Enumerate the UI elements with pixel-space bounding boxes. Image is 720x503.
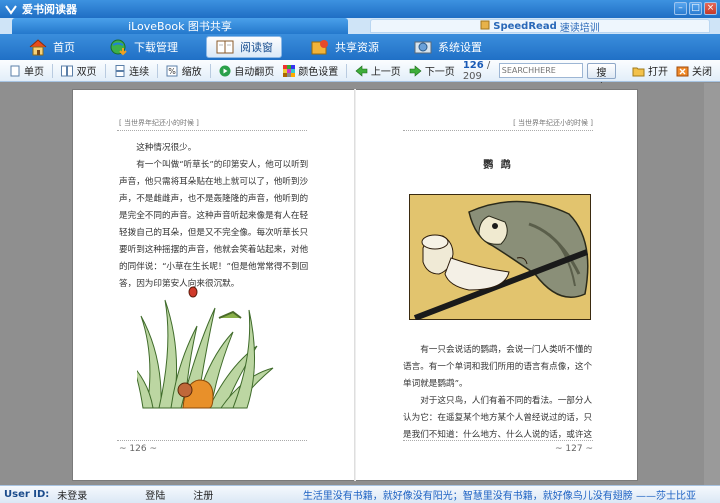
nav-home[interactable]: 首页 [22, 36, 81, 58]
nav-settings[interactable]: 系统设置 [407, 36, 488, 58]
nav-reader[interactable]: 阅读窗 [206, 36, 282, 58]
svg-text:%: % [168, 67, 176, 76]
color-settings-button[interactable]: 颜色设置 [282, 63, 338, 78]
toolbar-divider [157, 63, 158, 78]
search-input[interactable] [498, 63, 583, 78]
tab-speedread-label: 速读培训 [559, 22, 600, 34]
reading-quote: 生活里没有书籍，就好像没有阳光；智慧里没有书籍，就好像鸟儿没有翅膀 ——莎士比亚 [302, 491, 696, 502]
nav-download-label: 下载管理 [134, 41, 178, 54]
tab-ilovebook[interactable]: iLoveBook 图书共享 [12, 18, 348, 34]
current-page[interactable]: 126 [463, 60, 484, 71]
nav-reader-label: 阅读窗 [240, 41, 273, 54]
download-globe-icon [109, 38, 129, 56]
nav-download[interactable]: 下载管理 [103, 36, 184, 58]
arrow-right-icon [409, 64, 422, 77]
toolbar-divider [52, 63, 53, 78]
reader-scrollbar[interactable] [704, 83, 720, 485]
running-head-left: [ 当世界年纪还小的时候 ] [119, 119, 199, 127]
paragraph: 有一个叫做“听草长”的印第安人，他可以听到声音，他只需将耳朵贴在地上就可以了，他… [119, 160, 309, 289]
next-page-label: 下一页 [424, 67, 455, 78]
arrow-left-icon [355, 64, 368, 77]
footer-rule [117, 440, 307, 441]
color-settings-label: 颜色设置 [298, 67, 339, 78]
close-book-button[interactable]: 关闭 [676, 63, 712, 78]
parrot-illustration [409, 194, 591, 320]
color-grid-icon [282, 64, 295, 77]
status-bar: User ID: 未登录 登陆 注册 生活里没有书籍，就好像没有阳光；智慧里没有… [0, 485, 720, 503]
user-id-label: User ID: [4, 489, 50, 500]
continuous-button[interactable]: 连续 [113, 63, 149, 78]
prev-page-button[interactable]: 上一页 [355, 63, 401, 78]
toolbar-divider [346, 63, 347, 78]
prev-page-label: 上一页 [370, 67, 401, 78]
close-book-label: 关闭 [692, 67, 712, 78]
zoom-label: 缩放 [181, 67, 202, 78]
reader-toolbar: 单页 双页 连续 % 缩放 自动翻页 颜色设置 上一页 下一页 126 / 20… [0, 60, 720, 94]
minimize-button[interactable]: – [674, 2, 687, 15]
app-logo-icon [4, 2, 18, 16]
window-title: 爱书阅读器 [22, 3, 77, 16]
close-book-icon [676, 64, 689, 77]
open-button[interactable]: 打开 [632, 63, 668, 78]
grass-illustration [137, 286, 274, 409]
shared-resources-icon [310, 38, 330, 56]
home-icon [28, 38, 48, 56]
paragraph: 这种情况很少。 [136, 143, 197, 153]
search-button[interactable]: 搜索 [586, 62, 616, 94]
left-page[interactable]: [ 当世界年纪还小的时候 ] 这种情况很少。 有一个叫做“听草长”的印第安人，他… [73, 90, 356, 482]
page-number-right: ~ 127 ~ [555, 444, 593, 454]
toolbar-divider [104, 63, 106, 78]
close-window-button[interactable]: × [704, 2, 717, 15]
window-controls: – □ × [674, 2, 717, 15]
maximize-button[interactable]: □ [689, 2, 702, 15]
running-head-right: [ 当世界年纪还小的时候 ] [513, 119, 593, 127]
zoom-percent-icon: % [166, 64, 179, 77]
page-number-left: ~ 126 ~ [119, 444, 157, 454]
autoflip-label: 自动翻页 [234, 67, 275, 78]
login-link[interactable]: 登陆 [145, 487, 165, 502]
nav-settings-label: 系统设置 [438, 41, 482, 54]
single-page-label: 单页 [24, 67, 44, 78]
tab-speedread[interactable]: SpeedRead 速读培训 [370, 19, 710, 34]
footer-rule [403, 440, 593, 441]
right-page[interactable]: [ 当世界年纪还小的时候 ] 鹦 鹉 有一只会说话的鹦鹉，会说一门人类听不懂的语… [357, 90, 639, 482]
main-nav: 首页 下载管理 阅读窗 共享资源 系统设置 [0, 34, 720, 60]
left-page-text: 这种情况很少。 有一个叫做“听草长”的印第安人，他可以听到声音，他只需将耳朵贴在… [119, 140, 309, 293]
title-bar: 爱书阅读器 – □ × [0, 0, 720, 18]
tab-speedread-prefix: SpeedRead [493, 20, 557, 32]
open-book-icon [215, 38, 235, 56]
book-spine [354, 89, 356, 481]
chapter-title: 鹦 鹉 [483, 160, 513, 171]
nav-shared-label: 共享资源 [335, 41, 379, 54]
register-link[interactable]: 注册 [193, 487, 213, 502]
continuous-label: 连续 [129, 67, 150, 78]
user-id-value: 未登录 [57, 491, 88, 502]
header-rule [117, 130, 307, 131]
double-page-icon [61, 64, 74, 77]
folder-icon [632, 64, 645, 77]
open-label: 打开 [648, 67, 668, 78]
autoflip-button[interactable]: 自动翻页 [218, 63, 274, 78]
paragraph: 对于这只鸟，人们有着不同的看法。一部分人认为它：在遥复某个地方某个人曾经说过的话… [403, 396, 593, 440]
header-rule [403, 130, 593, 131]
zoom-button[interactable]: % 缩放 [166, 63, 202, 78]
toolbar-divider [209, 63, 211, 78]
play-icon [218, 64, 231, 77]
paragraph: 有一只会说话的鹦鹉，会说一门人类听不懂的语言。有一个单词和我们所用的语言有点像，… [403, 345, 593, 389]
single-page-button[interactable]: 单页 [8, 63, 44, 78]
double-page-button[interactable]: 双页 [61, 63, 97, 78]
book-icon [480, 20, 490, 33]
continuous-icon [113, 64, 126, 77]
tab-ilovebook-label: iLoveBook 图书共享 [128, 20, 232, 33]
nav-shared[interactable]: 共享资源 [304, 36, 385, 58]
nav-home-label: 首页 [53, 41, 75, 54]
single-page-icon [8, 64, 21, 77]
settings-icon [413, 38, 433, 56]
next-page-button[interactable]: 下一页 [409, 63, 455, 78]
page-indicator: 126 / 209 [463, 60, 491, 82]
double-page-label: 双页 [76, 67, 97, 78]
right-page-text: 有一只会说话的鹦鹉，会说一门人类听不懂的语言。有一个单词和我们所用的语言有点像，… [403, 342, 595, 444]
